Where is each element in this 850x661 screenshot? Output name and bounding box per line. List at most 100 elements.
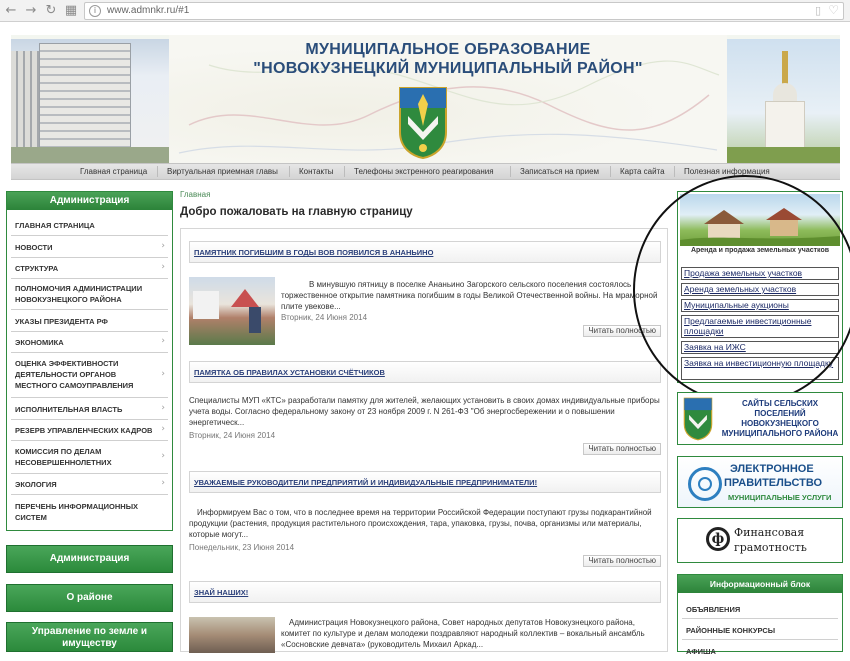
topnav-contacts[interactable]: Контакты <box>299 164 334 179</box>
administration-building-photo <box>11 39 169 163</box>
read-more-button[interactable]: Читать полностью <box>583 325 661 337</box>
menu-item-personnel-reserve[interactable]: РЕЗЕРВ УПРАВЛЕНЧЕСКИХ КАДРОВ › <box>11 420 168 441</box>
arrow-right-icon[interactable]: → <box>22 2 40 20</box>
news-title[interactable]: ПАМЯТНИК ПОГИБШИМ В ГОДЫ ВОВ ПОЯВИЛСЯ В … <box>194 248 433 257</box>
information-block-header: Информационный блок <box>678 575 842 593</box>
top-navigation: Главная страница Виртуальная приемная гл… <box>11 163 840 180</box>
news-date: Вторник, 24 Июня 2014 <box>189 431 276 440</box>
left-menu: Администрация ГЛАВНАЯ СТРАНИЦА НОВОСТИ › … <box>6 191 173 531</box>
link-municipal-auctions[interactable]: Муниципальные аукционы <box>681 299 839 312</box>
breadcrumb[interactable]: Главная <box>180 190 210 199</box>
link-investment-sites[interactable]: Предлагаемые инвестиционные площадки <box>681 315 839 338</box>
menu-item-home[interactable]: ГЛАВНАЯ СТРАНИЦА <box>11 214 168 236</box>
topnav-appointment[interactable]: Записаться на прием <box>520 164 599 179</box>
church-photo <box>727 39 840 163</box>
e-government-banner[interactable]: ЭЛЕКТРОННОЕ ПРАВИТЕЛЬСТВО МУНИЦИПАЛЬНЫЕ … <box>677 456 843 508</box>
apps-grid-icon[interactable]: ▦ <box>62 2 80 20</box>
e-government-subtitle: МУНИЦИПАЛЬНЫЕ УСЛУГИ <box>728 493 832 502</box>
site-title-line1: МУНИЦИПАЛЬНОЕ ОБРАЗОВАНИЕ <box>305 41 591 58</box>
menu-item-juvenile-commission[interactable]: КОМИССИЯ ПО ДЕЛАМ НЕСОВЕРШЕННОЛЕТНИХ › <box>11 441 168 474</box>
menu-item-presidential-decrees[interactable]: УКАЗЫ ПРЕЗИДЕНТА РФ <box>11 310 168 332</box>
menu-item-executive-power[interactable]: ИСПОЛНИТЕЛЬНАЯ ВЛАСТЬ › <box>11 398 168 420</box>
reload-icon[interactable]: ↻ <box>42 2 60 20</box>
rural-settlements-text: САЙТЫ СЕЛЬСКИХ ПОСЕЛЕНИЙ НОВОКУЗНЕЦКОГО … <box>721 399 839 438</box>
chevron-right-icon: › <box>161 241 165 251</box>
link-land-lease[interactable]: Аренда земельных участков <box>681 283 839 296</box>
land-property-button[interactable]: Управление по земле и имуществу <box>6 622 173 652</box>
link-izhs-application[interactable]: Заявка на ИЖС <box>681 341 839 354</box>
news-text: В минувшую пятницу в поселке Ананьино За… <box>281 280 658 311</box>
site-header: МУНИЦИПАЛЬНОЕ ОБРАЗОВАНИЕ "НОВОКУЗНЕЦКИЙ… <box>11 35 840 163</box>
news-title[interactable]: УВАЖАЕМЫЕ РУКОВОДИТЕЛИ ПРЕДПРИЯТИЙ И ИНД… <box>194 478 537 487</box>
land-banner-caption: Аренда и продажа земельных участков <box>690 247 830 254</box>
news-title-bar[interactable]: ЗНАЙ НАШИХ! <box>189 581 661 603</box>
news-text: Администрация Новокузнецкого района, Сов… <box>281 618 645 649</box>
info-item-announcements[interactable]: ОБЪЯВЛЕНИЯ <box>682 599 838 619</box>
chevron-right-icon: › <box>161 369 165 379</box>
news-item: ПАМЯТНИК ПОГИБШИМ В ГОДЫ ВОВ ПОЯВИЛСЯ В … <box>189 241 661 351</box>
chevron-right-icon: › <box>161 451 165 461</box>
menu-item-news[interactable]: НОВОСТИ › <box>11 236 168 258</box>
houses-banner-image[interactable] <box>680 194 840 246</box>
menu-item-powers[interactable]: ПОЛНОМОЧИЯ АДМИНИСТРАЦИИ НОВОКУЗНЕЦКОГО … <box>11 279 168 310</box>
news-list: ПАМЯТНИК ПОГИБШИМ В ГОДЫ ВОВ ПОЯВИЛСЯ В … <box>180 228 668 653</box>
info-item-poster[interactable]: АФИША <box>682 641 838 661</box>
administration-button[interactable]: Администрация <box>6 545 173 573</box>
topnav-virtual-reception[interactable]: Виртуальная приемная главы <box>167 164 278 179</box>
chevron-right-icon: › <box>161 336 165 346</box>
menu-item-information-systems[interactable]: ПЕРЕЧЕНЬ ИНФОРМАЦИОННЫХ СИСТЕМ <box>11 495 168 529</box>
chevron-right-icon: › <box>161 424 165 434</box>
coat-of-arms-icon <box>683 397 713 441</box>
topnav-useful-info[interactable]: Полезная информация <box>684 164 770 179</box>
land-sales-panel: Аренда и продажа земельных участков Прод… <box>677 191 843 383</box>
news-item: УВАЖАЕМЫЕ РУКОВОДИТЕЛИ ПРЕДПРИЯТИЙ И ИНД… <box>189 471 661 571</box>
finance-logo-icon: ф <box>706 527 730 551</box>
news-item: ПАМЯТКА ОБ ПРАВИЛАХ УСТАНОВКИ СЧЁТЧИКОВ … <box>189 361 661 457</box>
news-item: ЗНАЙ НАШИХ! Администрация Новокузнецкого… <box>189 581 661 653</box>
page-icon[interactable]: ▯ <box>815 4 821 17</box>
news-title-bar[interactable]: ПАМЯТНИК ПОГИБШИМ В ГОДЫ ВОВ ПОЯВИЛСЯ В … <box>189 241 661 263</box>
e-government-title-1: ЭЛЕКТРОННОЕ <box>730 463 814 475</box>
menu-item-economy[interactable]: ЭКОНОМИКА › <box>11 332 168 353</box>
chevron-right-icon: › <box>161 478 165 488</box>
arrow-left-icon[interactable]: ← <box>2 2 20 20</box>
news-title[interactable]: ПАМЯТКА ОБ ПРАВИЛАХ УСТАНОВКИ СЧЁТЧИКОВ <box>194 368 385 377</box>
financial-literacy-banner[interactable]: ф Финансовая грамотность <box>677 518 843 563</box>
topnav-sitemap[interactable]: Карта сайта <box>620 164 665 179</box>
page-title: Добро пожаловать на главную страницу <box>180 206 413 218</box>
menu-item-ecology[interactable]: ЭКОЛОГИЯ › <box>11 474 168 495</box>
news-date: Вторник, 24 Июня 2014 <box>281 313 368 322</box>
e-government-title-2: ПРАВИТЕЛЬСТВО <box>724 477 823 489</box>
browser-toolbar: ← → ↻ ▦ i www.admnkr.ru/#1 ▯ ♡ <box>0 0 850 22</box>
menu-item-efficiency-evaluation[interactable]: ОЦЕНКА ЭФФЕКТИВНОСТИ ДЕЯТЕЛЬНОСТИ ОРГАНО… <box>11 353 168 398</box>
site-title-line2: "НОВОКУЗНЕЦКИЙ МУНИЦИПАЛЬНЫЙ РАЙОН" <box>253 60 643 77</box>
read-more-button[interactable]: Читать полностью <box>583 555 661 567</box>
finance-title-2: грамотность <box>734 541 807 554</box>
info-item-district-contests[interactable]: РАЙОННЫЕ КОНКУРСЫ <box>682 620 838 640</box>
link-land-sale[interactable]: Продажа земельных участков <box>681 267 839 280</box>
topnav-emergency-phones[interactable]: Телефоны экстренного реагирования <box>354 164 494 179</box>
chevron-right-icon: › <box>161 403 165 413</box>
news-title-bar[interactable]: ПАМЯТКА ОБ ПРАВИЛАХ УСТАНОВКИ СЧЁТЧИКОВ <box>189 361 661 383</box>
link-investment-site-application[interactable]: Заявка на инвестиционную площадку <box>681 357 839 380</box>
read-more-button[interactable]: Читать полностью <box>583 443 661 455</box>
left-menu-header: Администрация <box>7 192 172 210</box>
news-date: Понедельник, 23 Июня 2014 <box>189 543 295 552</box>
e-government-logo-icon <box>688 467 722 501</box>
news-title-bar[interactable]: УВАЖАЕМЫЕ РУКОВОДИТЕЛИ ПРЕДПРИЯТИЙ И ИНД… <box>189 471 661 493</box>
news-title[interactable]: ЗНАЙ НАШИХ! <box>194 588 248 597</box>
page-info-icon[interactable]: i <box>89 5 101 17</box>
chevron-right-icon: › <box>161 262 165 272</box>
news-thumbnail[interactable] <box>189 277 275 345</box>
district-coat-of-arms[interactable] <box>398 86 448 160</box>
url-text: www.admnkr.ru/#1 <box>107 5 190 16</box>
about-district-button[interactable]: О районе <box>6 584 173 612</box>
news-thumbnail[interactable] <box>189 617 275 653</box>
finance-title-1: Финансовая <box>734 526 805 539</box>
rural-settlements-banner[interactable]: САЙТЫ СЕЛЬСКИХ ПОСЕЛЕНИЙ НОВОКУЗНЕЦКОГО … <box>677 392 843 445</box>
news-text: Специалисты МУП «КТС» разработали памятк… <box>189 396 660 427</box>
heart-icon[interactable]: ♡ <box>828 3 839 17</box>
topnav-home[interactable]: Главная страница <box>80 164 147 179</box>
menu-item-structure[interactable]: СТРУКТУРА › <box>11 258 168 279</box>
address-bar[interactable]: i www.admnkr.ru/#1 ▯ ♡ <box>84 2 844 20</box>
